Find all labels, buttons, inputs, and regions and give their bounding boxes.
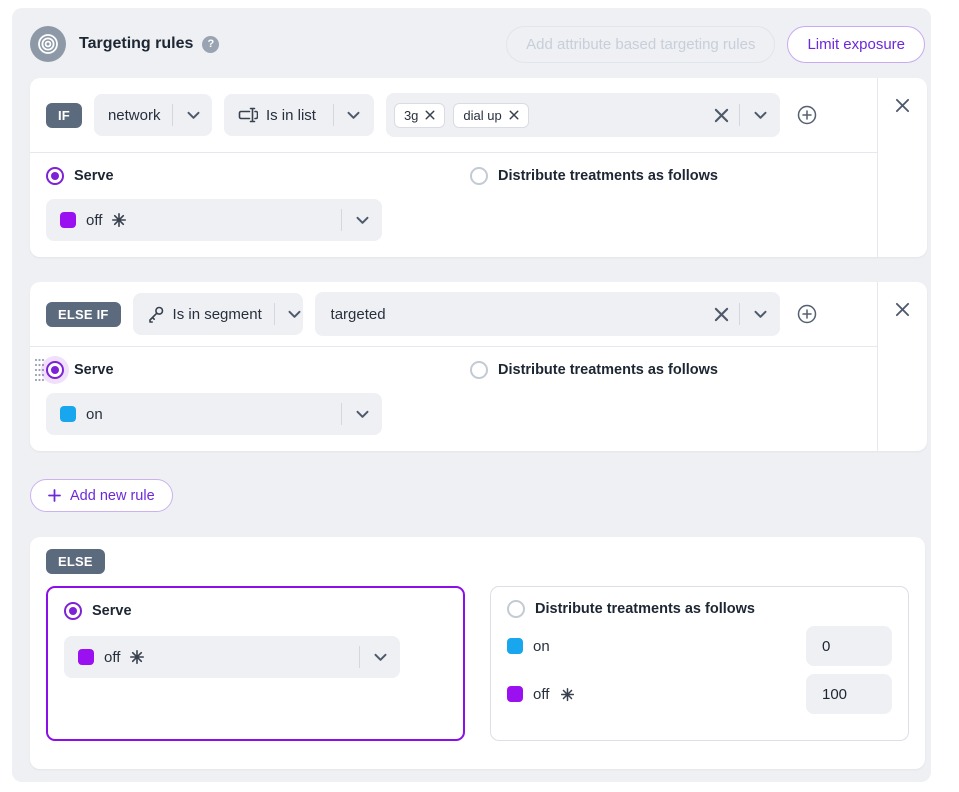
radio-unselected-icon <box>470 167 488 185</box>
radio-unselected-icon <box>507 600 525 618</box>
percentage-input[interactable] <box>806 674 892 714</box>
serve-radio-option[interactable]: Serve <box>64 602 447 620</box>
delete-rule-icon[interactable] <box>891 298 914 321</box>
help-icon[interactable]: ? <box>202 36 219 53</box>
treatment-on-swatch <box>507 638 523 654</box>
else-rule-card: ELSE Serve off <box>30 537 925 769</box>
distribute-radio-option[interactable]: Distribute treatments as follows <box>470 361 718 379</box>
radio-selected-icon <box>46 361 64 379</box>
add-attribute-rules-button: Add attribute based targeting rules <box>506 26 775 63</box>
page-title: Targeting rules <box>79 35 193 53</box>
else-badge: ELSE <box>46 549 105 574</box>
add-condition-icon[interactable] <box>792 100 822 130</box>
value-chip: dial up <box>453 103 528 128</box>
limit-exposure-button[interactable]: Limit exposure <box>787 26 925 63</box>
distribution-row: on <box>507 626 892 666</box>
treatment-name: on <box>533 638 550 655</box>
treatment-select[interactable]: off <box>46 199 382 241</box>
rule-side-column <box>877 282 927 451</box>
chevron-down-icon[interactable] <box>740 310 780 319</box>
chevron-down-icon <box>342 216 382 225</box>
serve-label: Serve <box>92 603 132 619</box>
chip-remove-icon[interactable] <box>509 110 519 120</box>
matcher-select[interactable]: Is in segment <box>133 293 303 335</box>
targeting-rules-panel: Targeting rules ? Add attribute based ta… <box>12 8 931 782</box>
distribute-label: Distribute treatments as follows <box>535 601 755 617</box>
chevron-down-icon <box>275 310 315 319</box>
add-condition-icon[interactable] <box>792 299 822 329</box>
matcher-select-value: Is in segment <box>173 306 262 323</box>
treatment-off-swatch <box>78 649 94 665</box>
header-actions: Add attribute based targeting rules Limi… <box>506 26 925 63</box>
percentage-input[interactable] <box>806 626 892 666</box>
chevron-down-icon[interactable] <box>740 111 780 120</box>
serve-radio-option[interactable]: Serve <box>46 167 470 185</box>
chevron-down-icon <box>342 410 382 419</box>
else-distribute-panel: Distribute treatments as follows on off <box>490 586 909 741</box>
distribute-radio-option[interactable]: Distribute treatments as follows <box>507 600 892 618</box>
condition-row: IF network <box>30 78 877 152</box>
distribute-label: Distribute treatments as follows <box>498 168 718 184</box>
default-treatment-asterisk-icon <box>129 649 145 665</box>
chevron-down-icon <box>360 653 400 662</box>
chip-label: 3g <box>404 108 418 123</box>
clear-values-icon[interactable] <box>710 104 733 127</box>
serve-area: Serve Distribute treatments as follows o… <box>30 347 877 451</box>
treatment-select-value: on <box>86 406 103 423</box>
distribution-row: off <box>507 674 892 714</box>
rule-card-1: IF network <box>30 78 927 257</box>
serve-label: Serve <box>74 362 114 378</box>
distribute-label: Distribute treatments as follows <box>498 362 718 378</box>
chevron-down-icon <box>173 111 213 120</box>
chip-label: dial up <box>463 108 501 123</box>
matcher-select[interactable]: Is in list <box>224 94 374 136</box>
chip-remove-icon[interactable] <box>425 110 435 120</box>
clear-segment-icon[interactable] <box>710 303 733 326</box>
panel-header: Targeting rules ? Add attribute based ta… <box>30 24 927 64</box>
rule-side-column <box>877 78 927 257</box>
treatment-off-swatch <box>507 686 523 702</box>
add-new-rule-button[interactable]: Add new rule <box>30 479 173 512</box>
segment-combobox <box>315 292 780 336</box>
attribute-select-value: network <box>108 107 161 124</box>
treatment-select-value: off <box>104 649 120 666</box>
delete-rule-icon[interactable] <box>891 94 914 117</box>
else-if-badge: ELSE IF <box>46 302 121 327</box>
radio-selected-icon <box>46 167 64 185</box>
segment-key-icon <box>147 305 165 323</box>
add-new-rule-label: Add new rule <box>70 488 155 504</box>
value-chip: 3g <box>394 103 445 128</box>
else-serve-panel: Serve off <box>46 586 465 741</box>
treatment-off-swatch <box>60 212 76 228</box>
treatment-on-swatch <box>60 406 76 422</box>
radio-unselected-icon <box>470 361 488 379</box>
default-treatment-asterisk-icon <box>111 212 127 228</box>
values-multiselect[interactable]: 3g dial up <box>386 93 780 137</box>
segment-input[interactable] <box>315 292 710 336</box>
treatment-select[interactable]: off <box>64 636 400 678</box>
rename-field-icon <box>238 107 258 123</box>
chevron-down-icon <box>334 111 374 120</box>
default-treatment-asterisk-icon <box>560 687 575 702</box>
treatment-name: off <box>533 686 549 703</box>
drag-handle[interactable] <box>34 357 45 388</box>
radio-selected-icon <box>64 602 82 620</box>
matcher-select-value: Is in list <box>266 107 316 124</box>
serve-label: Serve <box>74 168 114 184</box>
plus-icon <box>48 489 61 502</box>
attribute-select[interactable]: network <box>94 94 212 136</box>
target-icon <box>30 26 66 62</box>
distribute-radio-option[interactable]: Distribute treatments as follows <box>470 167 718 185</box>
serve-radio-option[interactable]: Serve <box>46 361 470 379</box>
condition-row: ELSE IF Is in segment <box>30 282 877 346</box>
rule-card-2: ELSE IF Is in segment <box>30 282 927 451</box>
serve-area: Serve Distribute treatments as follows o… <box>30 153 877 257</box>
treatment-select-value: off <box>86 212 102 229</box>
treatment-select[interactable]: on <box>46 393 382 435</box>
if-badge: IF <box>46 103 82 128</box>
